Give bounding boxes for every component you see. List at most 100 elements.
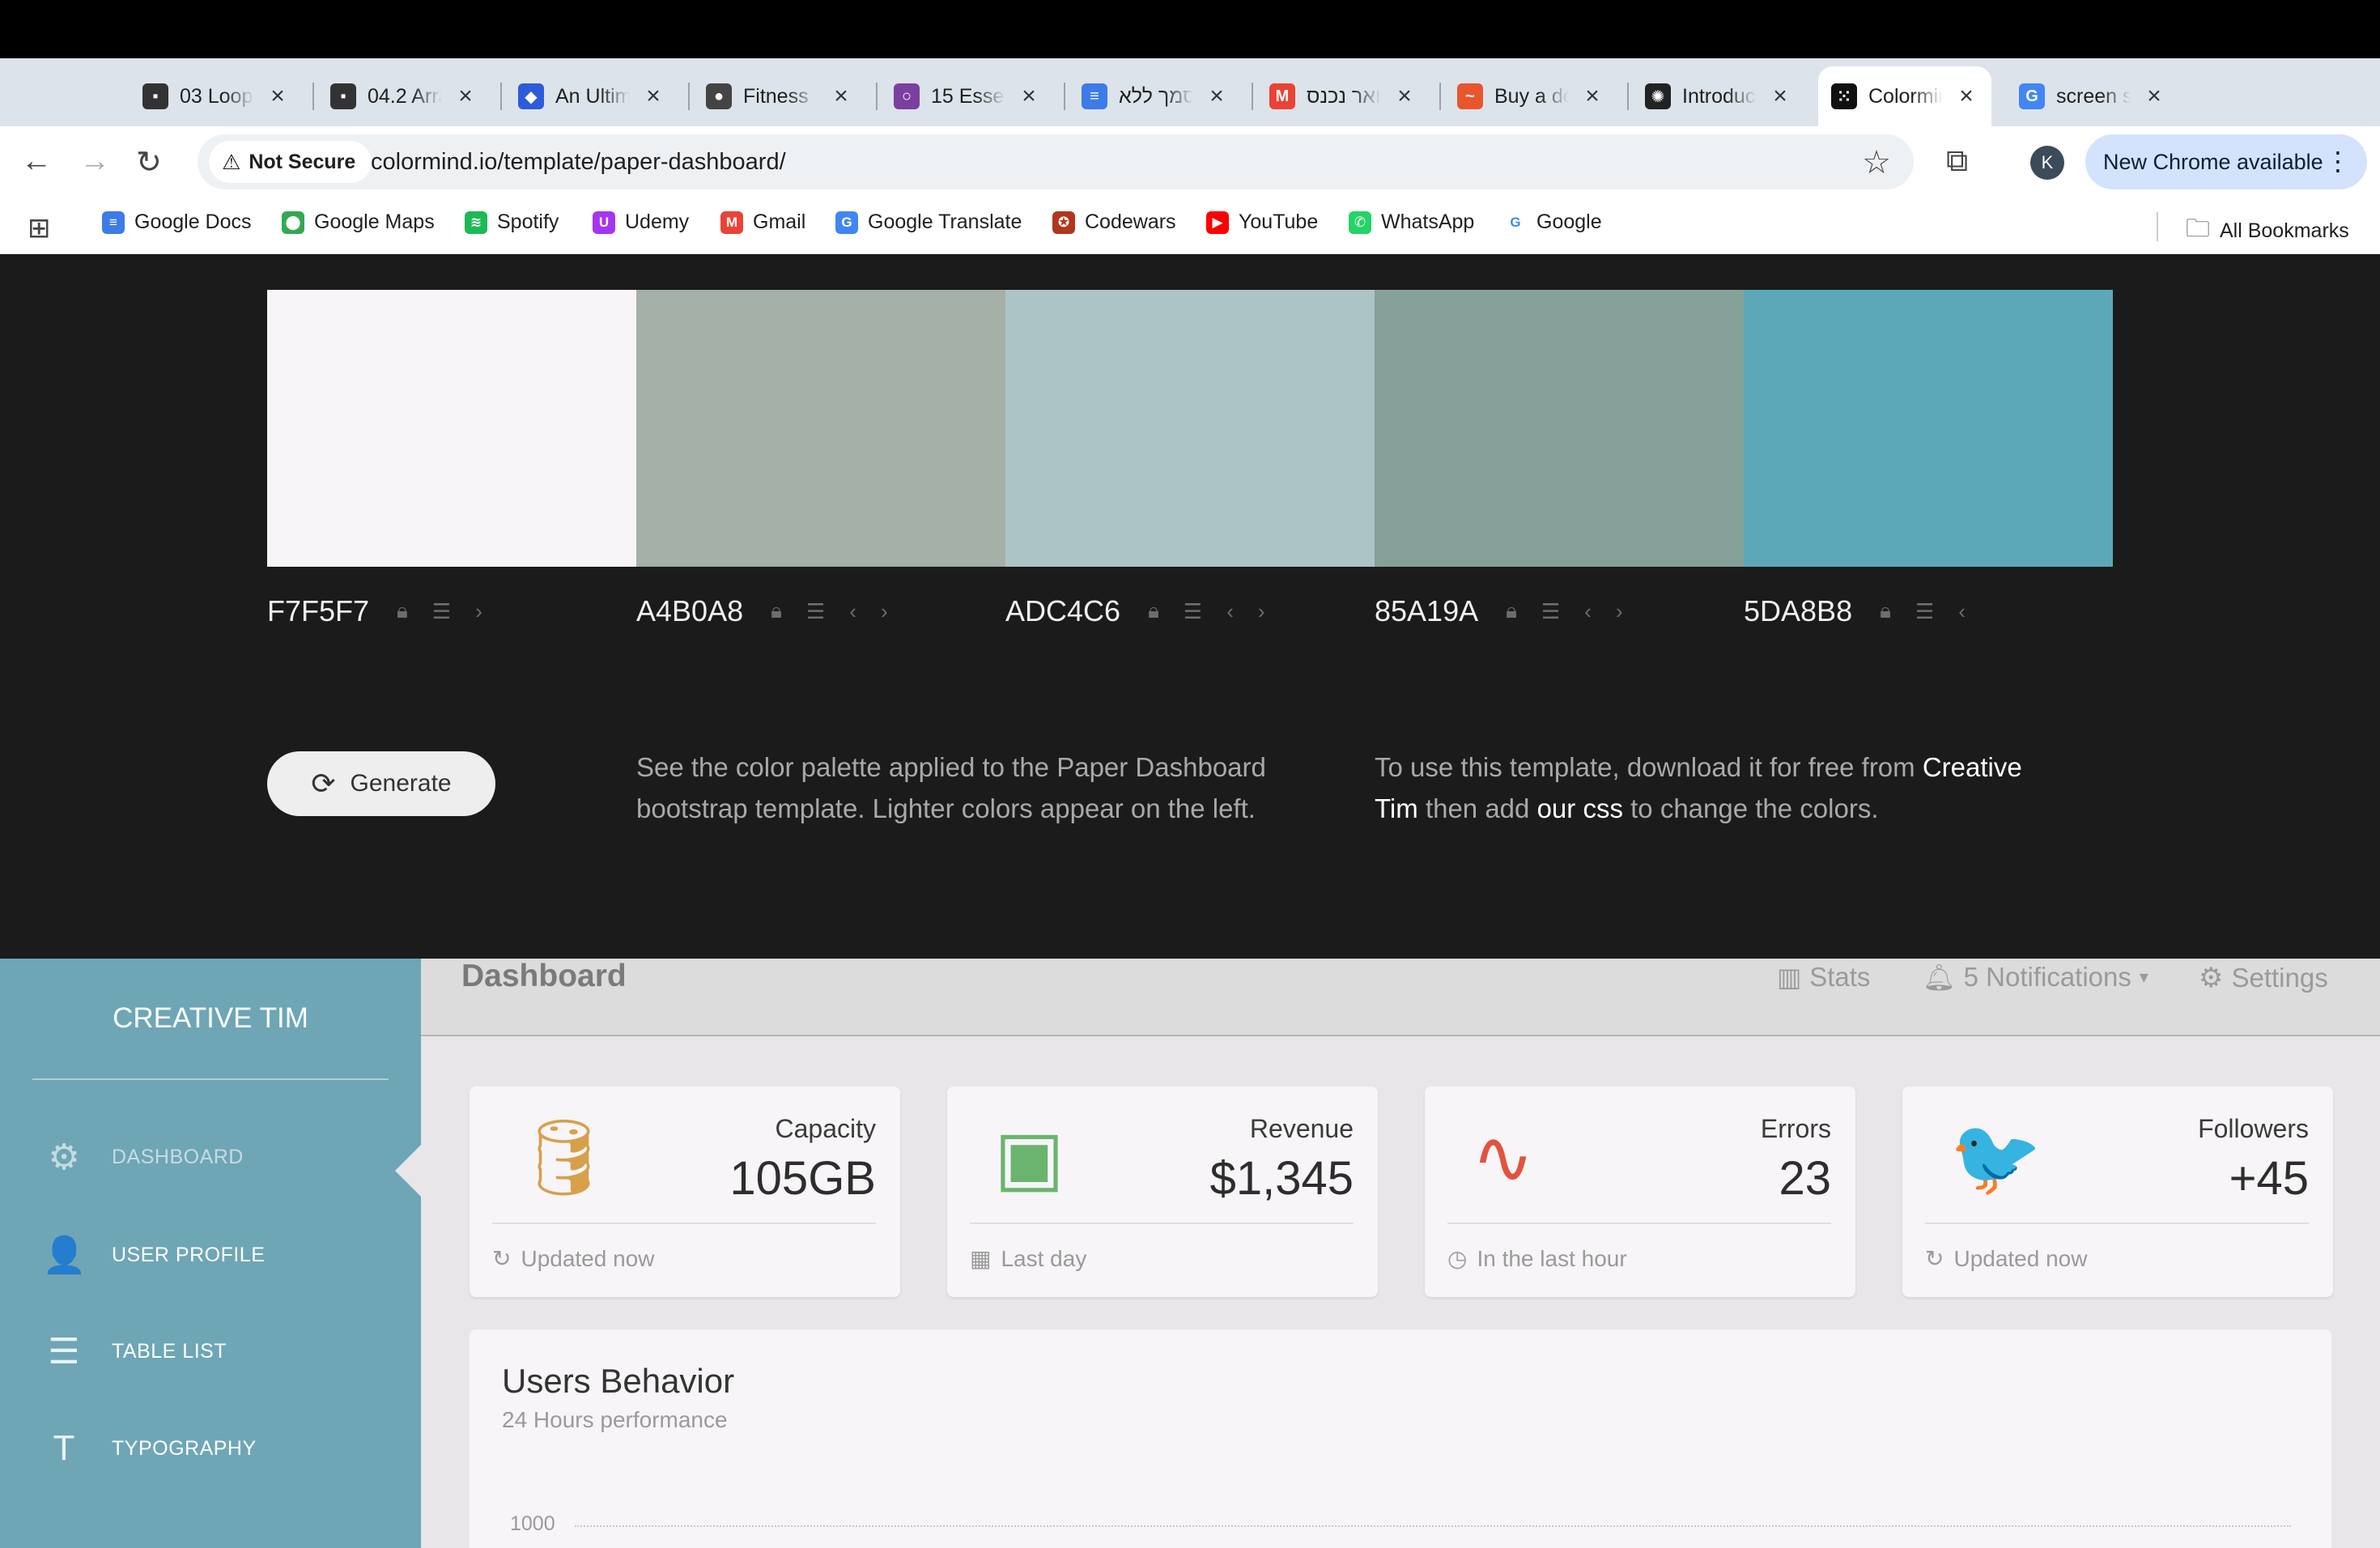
stats-label: Stats xyxy=(1809,962,1871,992)
our-css-link[interactable]: our css xyxy=(1537,793,1623,823)
stat-value: $1,345 xyxy=(1209,1152,1354,1205)
bookmark-star-icon[interactable]: ☆ xyxy=(1862,144,1891,181)
move-left-icon[interactable]: ‹ xyxy=(1584,599,1592,624)
tab-close-icon[interactable]: × xyxy=(1768,83,1792,110)
adjust-icon[interactable]: ☰ xyxy=(1541,599,1560,624)
generate-button[interactable]: ⟳ Generate xyxy=(267,751,495,816)
notifications-dropdown[interactable]: 🔔︎ 5 Notifications ▾ xyxy=(1923,962,2148,993)
move-left-icon[interactable]: ‹ xyxy=(849,599,856,624)
apps-grid-icon[interactable]: ⊞ xyxy=(28,212,51,245)
move-right-icon[interactable]: › xyxy=(475,599,482,624)
adjust-icon[interactable]: ☰ xyxy=(432,599,451,624)
forward-icon[interactable]: → xyxy=(79,144,110,179)
color-swatch[interactable] xyxy=(1744,290,2113,567)
sidebar-item[interactable]: ⚙ DASHBOARD xyxy=(42,1137,244,1178)
tab-title: 03 Loops xyxy=(180,84,254,108)
browser-tab[interactable]: ◆ An Ultimate × xyxy=(505,66,678,126)
sidebar-item-icon: 👤 xyxy=(42,1235,87,1275)
profile-avatar[interactable]: K xyxy=(2030,146,2064,180)
bookmark-item[interactable]: ✆ WhatsApp xyxy=(1349,211,1474,234)
swatch-controls: 85A19A 🔒︎ ☰ ‹ › xyxy=(1375,594,1647,628)
tab-favicon-icon: ▪ xyxy=(142,83,168,109)
browser-tab[interactable]: Gscreen shot × xyxy=(2006,66,2179,126)
tab-close-icon[interactable]: × xyxy=(1580,83,1604,110)
dashboard-preview: CREATIVE TIM ⚙ DASHBOARD 👤 USER PROFILE ☰ TAB… xyxy=(0,959,2380,1548)
brand-title[interactable]: CREATIVE TIM xyxy=(0,1002,421,1035)
stat-divider xyxy=(1925,1223,2309,1224)
hex-code[interactable]: 85A19A xyxy=(1375,594,1478,628)
lock-icon[interactable]: 🔒︎ xyxy=(771,598,782,624)
tab-favicon-icon: ○ xyxy=(894,83,920,109)
browser-tab[interactable]: ≡ מסמך ללא × xyxy=(1069,66,1242,126)
browser-tab[interactable]: ✺ Introducing × xyxy=(1632,66,1805,126)
bookmark-item[interactable]: ≋ Spotify xyxy=(465,211,559,234)
tab-close-icon[interactable]: × xyxy=(1954,83,1978,110)
tab-close-icon[interactable]: × xyxy=(266,83,290,110)
new-chrome-available-button[interactable]: New Chrome available ⋮ xyxy=(2085,134,2367,189)
security-indicator[interactable]: ⚠ Not Secure xyxy=(209,141,372,183)
stat-footer-icon: ↻ xyxy=(1925,1246,1944,1271)
move-right-icon[interactable]: › xyxy=(881,599,888,624)
browser-tab[interactable]: ~ Buy a domain × xyxy=(1444,66,1617,126)
tab-close-icon[interactable]: × xyxy=(1205,83,1229,110)
stat-card: 🐦 Followers +45 ↻ Updated now xyxy=(1902,1087,2333,1297)
settings-link[interactable]: ⚙ Settings xyxy=(2199,962,2328,994)
move-right-icon[interactable]: › xyxy=(1258,599,1265,624)
back-icon[interactable]: ← xyxy=(21,144,52,179)
stats-link[interactable]: ▥ Stats xyxy=(1777,962,1870,993)
adjust-icon[interactable]: ☰ xyxy=(1915,599,1934,624)
tab-close-icon[interactable]: × xyxy=(1017,83,1041,110)
bookmark-item[interactable]: M Gmail xyxy=(720,211,805,234)
tab-close-icon[interactable]: × xyxy=(829,83,853,110)
bookmark-icon: ✆ xyxy=(1349,211,1371,234)
extensions-icon[interactable]: ⧉ xyxy=(1946,144,1968,179)
adjust-icon[interactable]: ☰ xyxy=(1184,599,1202,624)
bookmark-item[interactable]: G Google Translate xyxy=(835,211,1022,234)
bookmark-item[interactable]: ✪ Codewars xyxy=(1052,211,1176,234)
sidebar-item[interactable]: 👤 USER PROFILE xyxy=(42,1234,265,1276)
url-text[interactable]: colormind.io/template/paper-dashboard/ xyxy=(371,149,786,176)
browser-tab[interactable]: M דואר נכנס × xyxy=(1256,66,1430,126)
tab-close-icon[interactable]: × xyxy=(2142,83,2166,110)
all-bookmarks-button[interactable]: 🗀 All Bookmarks xyxy=(2186,211,2349,252)
move-left-icon[interactable]: ‹ xyxy=(1958,599,1966,624)
hex-code[interactable]: F7F5F7 xyxy=(267,594,369,628)
move-right-icon[interactable]: › xyxy=(1616,599,1623,624)
lock-icon[interactable]: 🔒︎ xyxy=(1506,598,1517,624)
sidebar-item[interactable]: ☰ TABLE LIST xyxy=(42,1331,227,1372)
bookmark-item[interactable]: ⬤ Google Maps xyxy=(282,211,435,234)
color-swatch[interactable] xyxy=(267,290,636,567)
browser-tab[interactable]: ▪ 03 Loops × xyxy=(130,66,303,126)
adjust-icon[interactable]: ☰ xyxy=(806,599,825,624)
bookmark-item[interactable]: ▶ YouTube xyxy=(1206,211,1318,234)
hex-code[interactable]: A4B0A8 xyxy=(636,594,743,628)
tab-close-icon[interactable]: × xyxy=(1392,83,1417,110)
tab-title: מסמך ללא xyxy=(1119,84,1193,108)
new-chrome-label: New Chrome available xyxy=(2103,149,2323,174)
bookmark-item[interactable]: U Udemy xyxy=(593,211,689,234)
sidebar-item[interactable]: T TYPOGRAPHY xyxy=(42,1428,257,1469)
browser-tab[interactable]: ⁙ Colormind × xyxy=(1818,66,1991,126)
tab-close-icon[interactable]: × xyxy=(453,83,478,110)
color-swatch[interactable] xyxy=(1375,290,1744,567)
tab-favicon-icon: ≡ xyxy=(1082,83,1107,109)
address-bar[interactable]: ⚠ Not Secure colormind.io/template/paper… xyxy=(198,134,1914,189)
color-swatch[interactable] xyxy=(1005,290,1375,567)
reload-icon[interactable]: ↻ xyxy=(136,144,162,181)
hex-code[interactable]: ADC4C6 xyxy=(1005,594,1120,628)
tab-separator xyxy=(312,83,314,110)
color-swatch[interactable] xyxy=(636,290,1005,567)
browser-tab[interactable]: ○ 15 Essential × xyxy=(881,66,1054,126)
move-left-icon[interactable]: ‹ xyxy=(1226,599,1234,624)
lock-icon[interactable]: 🔒︎ xyxy=(1148,598,1159,624)
lock-icon[interactable]: 🔒︎ xyxy=(397,598,408,624)
tab-close-icon[interactable]: × xyxy=(641,83,665,110)
bookmark-item[interactable]: ≡ Google Docs xyxy=(102,211,252,234)
browser-tab[interactable]: ▪ 04.2 Arrays × xyxy=(317,66,491,126)
bookmarks-divider xyxy=(2157,212,2158,241)
lock-icon[interactable]: 🔒︎ xyxy=(1880,598,1891,624)
bookmark-item[interactable]: G Google xyxy=(1504,211,1602,234)
browser-tab[interactable]: ● Fitness × xyxy=(693,66,866,126)
hex-code[interactable]: 5DA8B8 xyxy=(1744,594,1852,628)
sidebar-item-icon: ⚙ xyxy=(48,1138,80,1177)
